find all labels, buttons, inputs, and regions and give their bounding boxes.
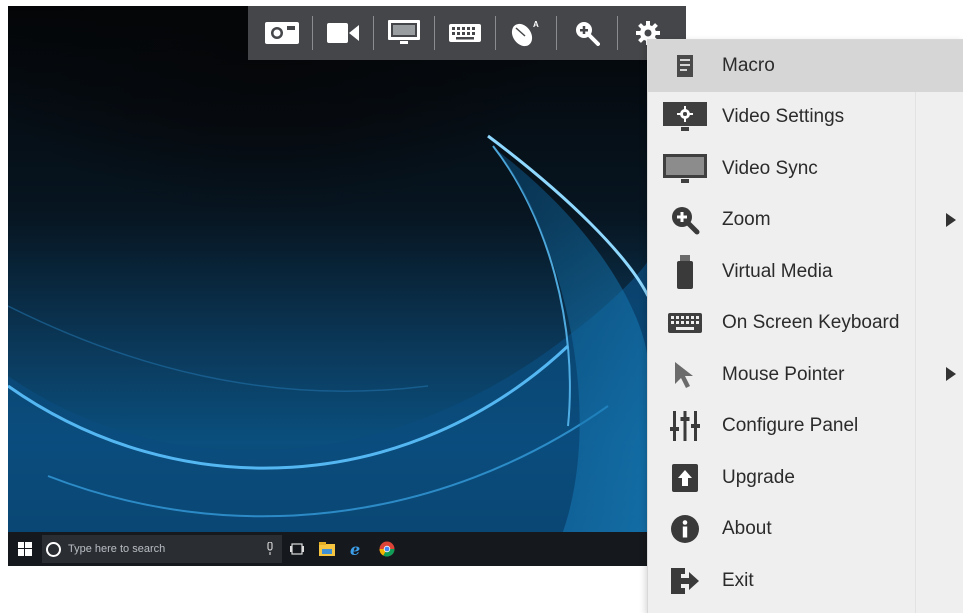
taskbar-search[interactable]: Type here to search	[42, 535, 282, 563]
menu-item-exit[interactable]: Exit	[648, 555, 963, 607]
remote-desktop[interactable]: Type here to search e	[8, 6, 648, 566]
video-settings-icon	[388, 20, 420, 44]
chrome-browser-icon[interactable]	[372, 532, 402, 566]
video-record-icon	[327, 23, 359, 43]
toolbar-divider	[617, 16, 618, 50]
menu-item-video-sync[interactable]: Video Sync	[648, 143, 963, 195]
video-settings-button[interactable]	[378, 14, 430, 52]
video-sync-icon	[648, 153, 722, 184]
svg-text:e: e	[350, 541, 360, 557]
menu-item-configure-panel[interactable]: Configure Panel	[648, 401, 963, 453]
menu-item-label: Macro	[722, 54, 775, 76]
sliders-icon	[648, 411, 722, 442]
snapshot-icon	[265, 22, 299, 44]
upgrade-icon	[648, 463, 722, 492]
keyboard-icon	[449, 24, 481, 42]
toolbar-divider	[373, 16, 374, 50]
menu-item-label: Zoom	[722, 209, 771, 231]
svg-text:A: A	[533, 20, 539, 29]
task-view-icon[interactable]	[282, 532, 312, 566]
zoom-icon	[576, 22, 600, 46]
keyboard-icon	[648, 313, 722, 334]
start-button[interactable]	[8, 532, 42, 566]
mouse-icon: A	[511, 20, 539, 47]
snapshot-button[interactable]	[256, 14, 308, 52]
menu-item-mouse-pointer[interactable]: Mouse Pointer	[648, 349, 963, 401]
menu-item-video-settings[interactable]: Video Settings	[648, 92, 963, 144]
exit-icon	[648, 567, 722, 594]
macro-icon	[648, 53, 722, 79]
keyboard-button[interactable]	[439, 14, 491, 52]
video-settings-icon	[648, 102, 722, 132]
menu-item-label: Mouse Pointer	[722, 363, 845, 385]
toolbar-divider	[556, 16, 557, 50]
menu-item-label: Video Settings	[722, 106, 845, 128]
toolbar-divider	[312, 16, 313, 50]
record-button[interactable]	[317, 14, 369, 52]
menu-item-about[interactable]: About	[648, 504, 963, 556]
search-placeholder: Type here to search	[68, 543, 166, 555]
cursor-icon	[648, 360, 722, 390]
menu-item-upgrade[interactable]: Upgrade	[648, 452, 963, 504]
menu-item-label: About	[722, 518, 772, 540]
microphone-icon[interactable]	[266, 542, 274, 556]
taskbar: Type here to search e	[8, 532, 648, 566]
zoom-button[interactable]	[561, 14, 613, 52]
menu-item-label: Video Sync	[722, 157, 818, 179]
mouse-button[interactable]: A	[500, 14, 552, 52]
info-icon	[648, 514, 722, 544]
zoom-icon	[648, 205, 722, 235]
file-explorer-icon[interactable]	[312, 532, 342, 566]
cortana-icon	[46, 541, 61, 557]
wallpaper	[8, 134, 648, 566]
edge-browser-icon[interactable]: e	[342, 532, 372, 566]
submenu-arrow-icon	[946, 367, 956, 381]
menu-item-zoom[interactable]: Zoom	[648, 195, 963, 247]
menu-item-virtual-media[interactable]: Virtual Media	[648, 246, 963, 298]
toolbar-divider	[495, 16, 496, 50]
menu-item-macro[interactable]: Macro	[648, 40, 963, 92]
menu-item-label: Configure Panel	[722, 415, 859, 437]
settings-menu: Macro Video Settings Video Sync Zoom Vir…	[647, 39, 963, 613]
submenu-arrow-icon	[946, 212, 956, 227]
windows-logo-icon	[18, 542, 32, 556]
menu-item-label: Virtual Media	[722, 260, 833, 282]
kvm-toolbar: A	[248, 6, 686, 60]
menu-item-on-screen-keyboard[interactable]: On Screen Keyboard	[648, 298, 963, 350]
usb-drive-icon	[648, 254, 722, 289]
toolbar-divider	[434, 16, 435, 50]
menu-item-label: Exit	[722, 569, 754, 591]
menu-item-label: On Screen Keyboard	[722, 312, 900, 334]
menu-item-label: Upgrade	[722, 466, 795, 488]
